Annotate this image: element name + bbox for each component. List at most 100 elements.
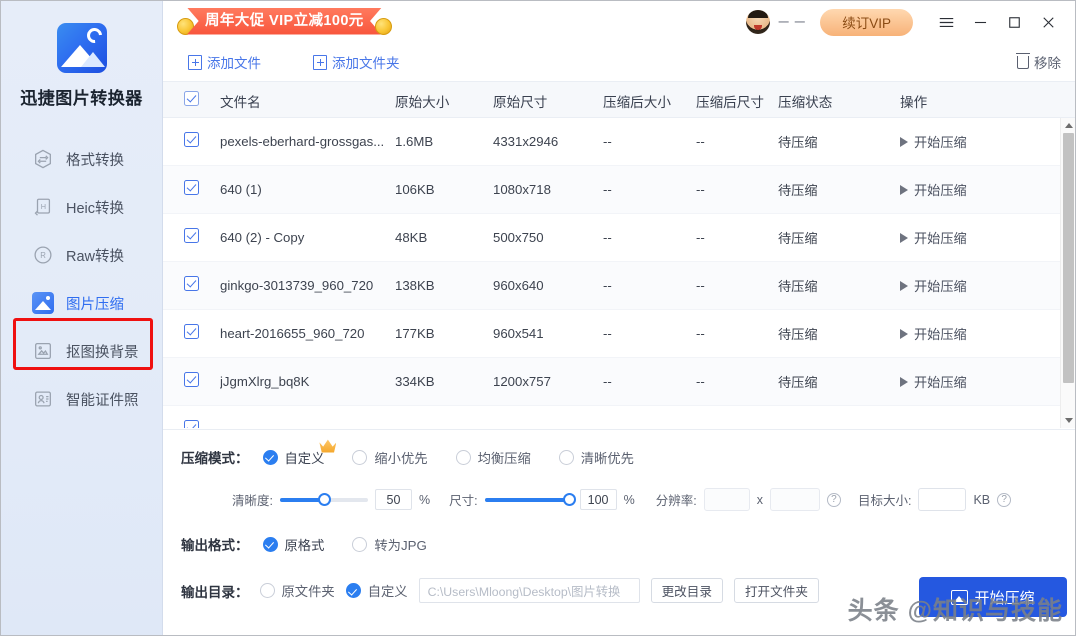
play-icon — [900, 184, 908, 195]
close-icon[interactable] — [1031, 1, 1065, 43]
mode-option-custom[interactable]: 自定义 — [262, 439, 337, 467]
resolution-height-input[interactable] — [769, 488, 820, 511]
cell-orig-size: 334KB — [395, 374, 435, 389]
cell-comp-size: -- — [603, 278, 612, 293]
username-label: 一 一 — [778, 17, 807, 29]
mode-option-balanced[interactable]: 均衡压缩 — [455, 448, 531, 467]
cell-filename: ginkgo-3013739_960_720 — [220, 278, 374, 293]
cell-orig-size: 48KB — [395, 230, 428, 245]
resolution-width-input[interactable] — [703, 488, 750, 511]
cell-orig-dim: 1200x757 — [493, 374, 551, 389]
sidebar-item-label: 抠图换背景 — [66, 344, 139, 361]
outdir-option-label: 自定义 — [367, 584, 408, 599]
heic-convert-icon: H — [31, 195, 55, 219]
mode-option-label: 缩小优先 — [374, 450, 428, 466]
row-start-compress-button[interactable]: 开始压缩 — [900, 324, 1030, 343]
target-size-label: 目标大小: — [857, 494, 912, 508]
vip-crown-icon — [319, 439, 337, 453]
table-row[interactable]: pexels-eberhard-grossgas... 1.6MB 4331x2… — [163, 118, 1075, 166]
mode-option-clarity-first[interactable]: 清晰优先 — [558, 448, 634, 467]
avatar[interactable] — [746, 10, 771, 34]
format-option-original[interactable]: 原格式 — [262, 535, 324, 554]
target-size-input[interactable] — [918, 488, 967, 511]
account-area: 一 一 续订VIP — [746, 1, 1065, 43]
row-checkbox[interactable] — [184, 131, 199, 152]
add-folder-button[interactable]: 添加文件夹 — [313, 52, 400, 72]
sidebar-item-id-photo[interactable]: 智能证件照 — [9, 377, 154, 421]
change-directory-button[interactable]: 更改目录 — [650, 578, 723, 603]
row-start-compress-button[interactable]: 开始压缩 — [900, 228, 1030, 247]
cell-comp-dim: -- — [696, 182, 705, 197]
clarity-value[interactable]: 50 — [374, 489, 412, 510]
row-action-label: 开始压缩 — [914, 231, 967, 246]
radio-icon — [558, 449, 574, 465]
cell-orig-dim: 960x640 — [493, 278, 544, 293]
clarity-slider[interactable] — [279, 492, 368, 506]
table-row[interactable]: 640 (2) - Copy 48KB 500x750 -- -- 待压缩 开始… — [163, 214, 1075, 262]
column-header-orig-size[interactable]: 原始大小 — [395, 91, 485, 111]
row-checkbox[interactable] — [184, 371, 199, 392]
row-start-compress-button[interactable]: 开始压缩 — [900, 372, 1030, 391]
sidebar-item-image-compress[interactable]: 图片压缩 — [9, 281, 154, 325]
table-row-partial[interactable] — [163, 406, 1075, 428]
sidebar-item-format-convert[interactable]: 格式转换 — [9, 137, 154, 181]
promo-banner[interactable]: 周年大促 VIP立减100元 — [177, 3, 392, 35]
column-header-filename[interactable]: 文件名 — [220, 91, 395, 111]
renew-vip-button[interactable]: 续订VIP — [820, 8, 913, 36]
play-icon — [900, 376, 908, 387]
row-checkbox[interactable] — [184, 179, 199, 200]
row-checkbox[interactable] — [184, 275, 199, 296]
open-folder-button[interactable]: 打开文件夹 — [733, 578, 819, 603]
play-icon — [900, 280, 908, 291]
row-start-compress-button[interactable]: 开始压缩 — [900, 132, 1030, 151]
format-option-label: 转为JPG — [374, 537, 427, 553]
sidebar-item-remove-background[interactable]: 抠图换背景 — [9, 329, 154, 373]
row-start-compress-button[interactable]: 开始压缩 — [900, 180, 1030, 199]
cell-orig-size: 177KB — [395, 326, 435, 341]
format-option-jpg[interactable]: 转为JPG — [352, 535, 427, 554]
scrollbar-thumb[interactable] — [1063, 133, 1074, 383]
row-checkbox[interactable] — [184, 227, 199, 248]
minimize-icon[interactable] — [963, 1, 997, 43]
table-row[interactable]: 640 (1) 106KB 1080x718 -- -- 待压缩 开始压缩 — [163, 166, 1075, 214]
sidebar-item-raw-convert[interactable]: R Raw转换 — [9, 233, 154, 277]
cell-orig-dim: 1080x718 — [493, 182, 551, 197]
output-path-input[interactable]: C:\Users\Mloong\Desktop\图片转换 — [418, 578, 640, 603]
column-header-comp-dim[interactable]: 压缩后尺寸 — [696, 91, 786, 111]
size-slider[interactable] — [484, 492, 576, 506]
row-start-compress-button[interactable]: 开始压缩 — [900, 276, 1030, 295]
mode-option-smaller-first[interactable]: 缩小优先 — [352, 448, 428, 467]
hamburger-menu-icon[interactable] — [929, 1, 963, 43]
remove-button[interactable]: 移除 — [1016, 52, 1061, 72]
table-scrollbar[interactable] — [1060, 118, 1075, 428]
outdir-option-custom[interactable]: 自定义 — [345, 581, 408, 600]
column-header-status[interactable]: 压缩状态 — [778, 91, 868, 111]
scroll-down-icon[interactable] — [1061, 413, 1075, 428]
settings-panel: 压缩模式： 自定义 缩小优先 均衡压缩 清晰优先 清晰度: 50 % 尺寸: 1… — [163, 429, 1075, 635]
table-row[interactable]: ginkgo-3013739_960_720 138KB 960x640 -- … — [163, 262, 1075, 310]
column-header-comp-size[interactable]: 压缩后大小 — [603, 91, 693, 111]
cell-filename: heart-2016655_960_720 — [220, 326, 365, 341]
maximize-icon[interactable] — [997, 1, 1031, 43]
size-value[interactable]: 100 — [579, 489, 617, 510]
add-file-button[interactable]: 添加文件 — [188, 52, 261, 72]
column-header-action[interactable]: 操作 — [900, 91, 1030, 111]
cell-orig-size: 138KB — [395, 278, 435, 293]
outdir-option-source-folder[interactable]: 原文件夹 — [259, 581, 335, 600]
select-all-checkbox[interactable] — [184, 90, 199, 111]
cell-status: 待压缩 — [778, 231, 818, 246]
cell-comp-size: -- — [603, 374, 612, 389]
table-row[interactable]: heart-2016655_960_720 177KB 960x541 -- -… — [163, 310, 1075, 358]
table-row[interactable]: jJgmXlrg_bq8K 334KB 1200x757 -- -- 待压缩 开… — [163, 358, 1075, 406]
question-mark-icon[interactable]: ? — [826, 492, 841, 507]
column-header-orig-dim[interactable]: 原始尺寸 — [493, 91, 593, 111]
start-compress-button[interactable]: 开始压缩 — [919, 577, 1067, 617]
sidebar-item-heic-convert[interactable]: H Heic转换 — [9, 185, 154, 229]
cell-orig-size: 1.6MB — [395, 134, 434, 149]
cell-comp-dim: -- — [696, 230, 705, 245]
question-mark-icon[interactable]: ? — [997, 492, 1012, 507]
row-checkbox[interactable] — [184, 323, 199, 344]
quality-size-row: 清晰度: 50 % 尺寸: 100 % 分辨率: x ? 目标大小: KB ? — [232, 488, 1075, 511]
scroll-up-icon[interactable] — [1061, 118, 1075, 133]
row-checkbox[interactable] — [184, 419, 199, 428]
